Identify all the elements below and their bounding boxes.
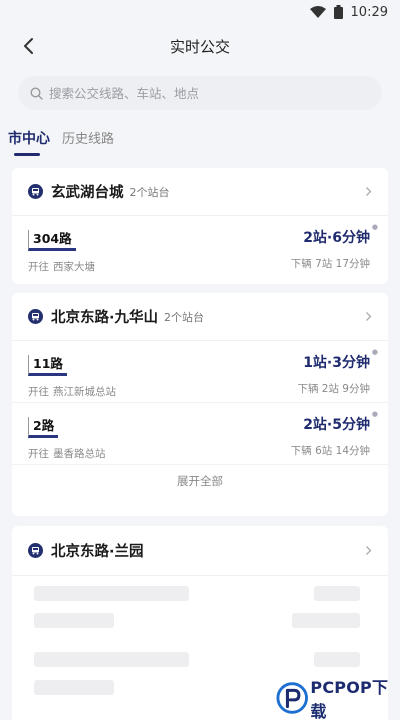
- stop-name: 北京东路·兰园: [51, 544, 144, 560]
- loading-placeholder: [314, 652, 360, 667]
- stop-name: 北京东路·九华山: [51, 310, 159, 326]
- search-box[interactable]: [18, 76, 382, 110]
- chevron-left-icon: [24, 38, 33, 54]
- next-bus-info: 下辆 6站 14分钟: [290, 445, 370, 457]
- route-row[interactable]: 2路 开往 墨香路总站 2站·5分钟 ● 下辆 6站 14分钟: [12, 403, 388, 465]
- platform-count: 2个站台: [129, 185, 170, 199]
- signal-icon: ●: [371, 223, 378, 231]
- bus-stop-icon: [28, 184, 43, 199]
- signal-icon: ●: [371, 348, 378, 356]
- bus-stop-icon: [28, 543, 43, 558]
- signal-icon: ●: [371, 410, 378, 418]
- chevron-right-icon: [366, 187, 372, 196]
- platform-count: 2个站台: [164, 310, 205, 324]
- stop-card-header[interactable]: 北京东路·九华山 2个站台: [12, 293, 388, 341]
- nav-bar: 实时公交: [0, 26, 400, 66]
- search-icon: [30, 86, 43, 100]
- battery-icon: [333, 5, 343, 19]
- chevron-right-icon: [366, 546, 372, 555]
- stop-card: 北京东路·九华山 2个站台 11路 开往 燕江新城总站 1站·3分钟 ● 下辆 2站…: [12, 293, 388, 516]
- loading-placeholder: [292, 613, 360, 628]
- next-bus-info: 下辆 2站 9分钟: [297, 383, 370, 395]
- stop-name: 玄武湖台城: [51, 185, 124, 201]
- expand-all-button[interactable]: 展开全部: [12, 465, 388, 497]
- route-row[interactable]: 11路 开往 燕江新城总站 1站·3分钟 ● 下辆 2站 9分钟: [12, 341, 388, 403]
- loading-placeholder: [34, 680, 114, 695]
- tab-city-center[interactable]: 市中心: [8, 124, 50, 156]
- loading-placeholder: [34, 613, 114, 628]
- page-title: 实时公交: [169, 37, 230, 56]
- route-line: 11路: [28, 355, 67, 376]
- next-bus-info: 下辆 7站 17分钟: [290, 258, 370, 270]
- route-line: 2路: [28, 417, 59, 438]
- tab-history-routes[interactable]: 历史线路: [62, 124, 114, 154]
- back-button[interactable]: [12, 30, 44, 62]
- loading-placeholder: [34, 586, 189, 601]
- tab-bar: 市中心 历史线路: [8, 124, 114, 156]
- watermark-text: PCPOP下载: [310, 678, 389, 720]
- stop-card-header[interactable]: 玄武湖台城 2个站台: [12, 168, 388, 216]
- status-bar: 10:29: [0, 0, 400, 24]
- route-eta: 2站·6分钟 ●: [303, 223, 378, 246]
- search-input[interactable]: [49, 85, 349, 101]
- chevron-right-icon: [366, 312, 372, 321]
- stop-card-header[interactable]: 北京东路·兰园: [12, 526, 388, 576]
- wifi-icon: [309, 6, 326, 18]
- route-eta: 1站·3分钟 ●: [303, 348, 378, 371]
- stop-card: 玄武湖台城 2个站台 304路 开往 西家大塘 2站·6分钟 ● 下辆 7站 17分…: [12, 168, 388, 284]
- route-eta: 2站·5分钟 ●: [303, 410, 378, 433]
- route-row[interactable]: 304路 开往 西家大塘 2站·6分钟 ● 下辆 7站 17分钟: [12, 216, 388, 278]
- route-line: 304路: [28, 230, 76, 251]
- loading-placeholder: [34, 652, 189, 667]
- watermark: PCPOP下载: [276, 678, 400, 720]
- status-time: 10:29: [350, 4, 388, 20]
- loading-placeholder: [314, 586, 360, 601]
- bus-stop-icon: [28, 309, 43, 324]
- pcpop-logo: [276, 682, 308, 714]
